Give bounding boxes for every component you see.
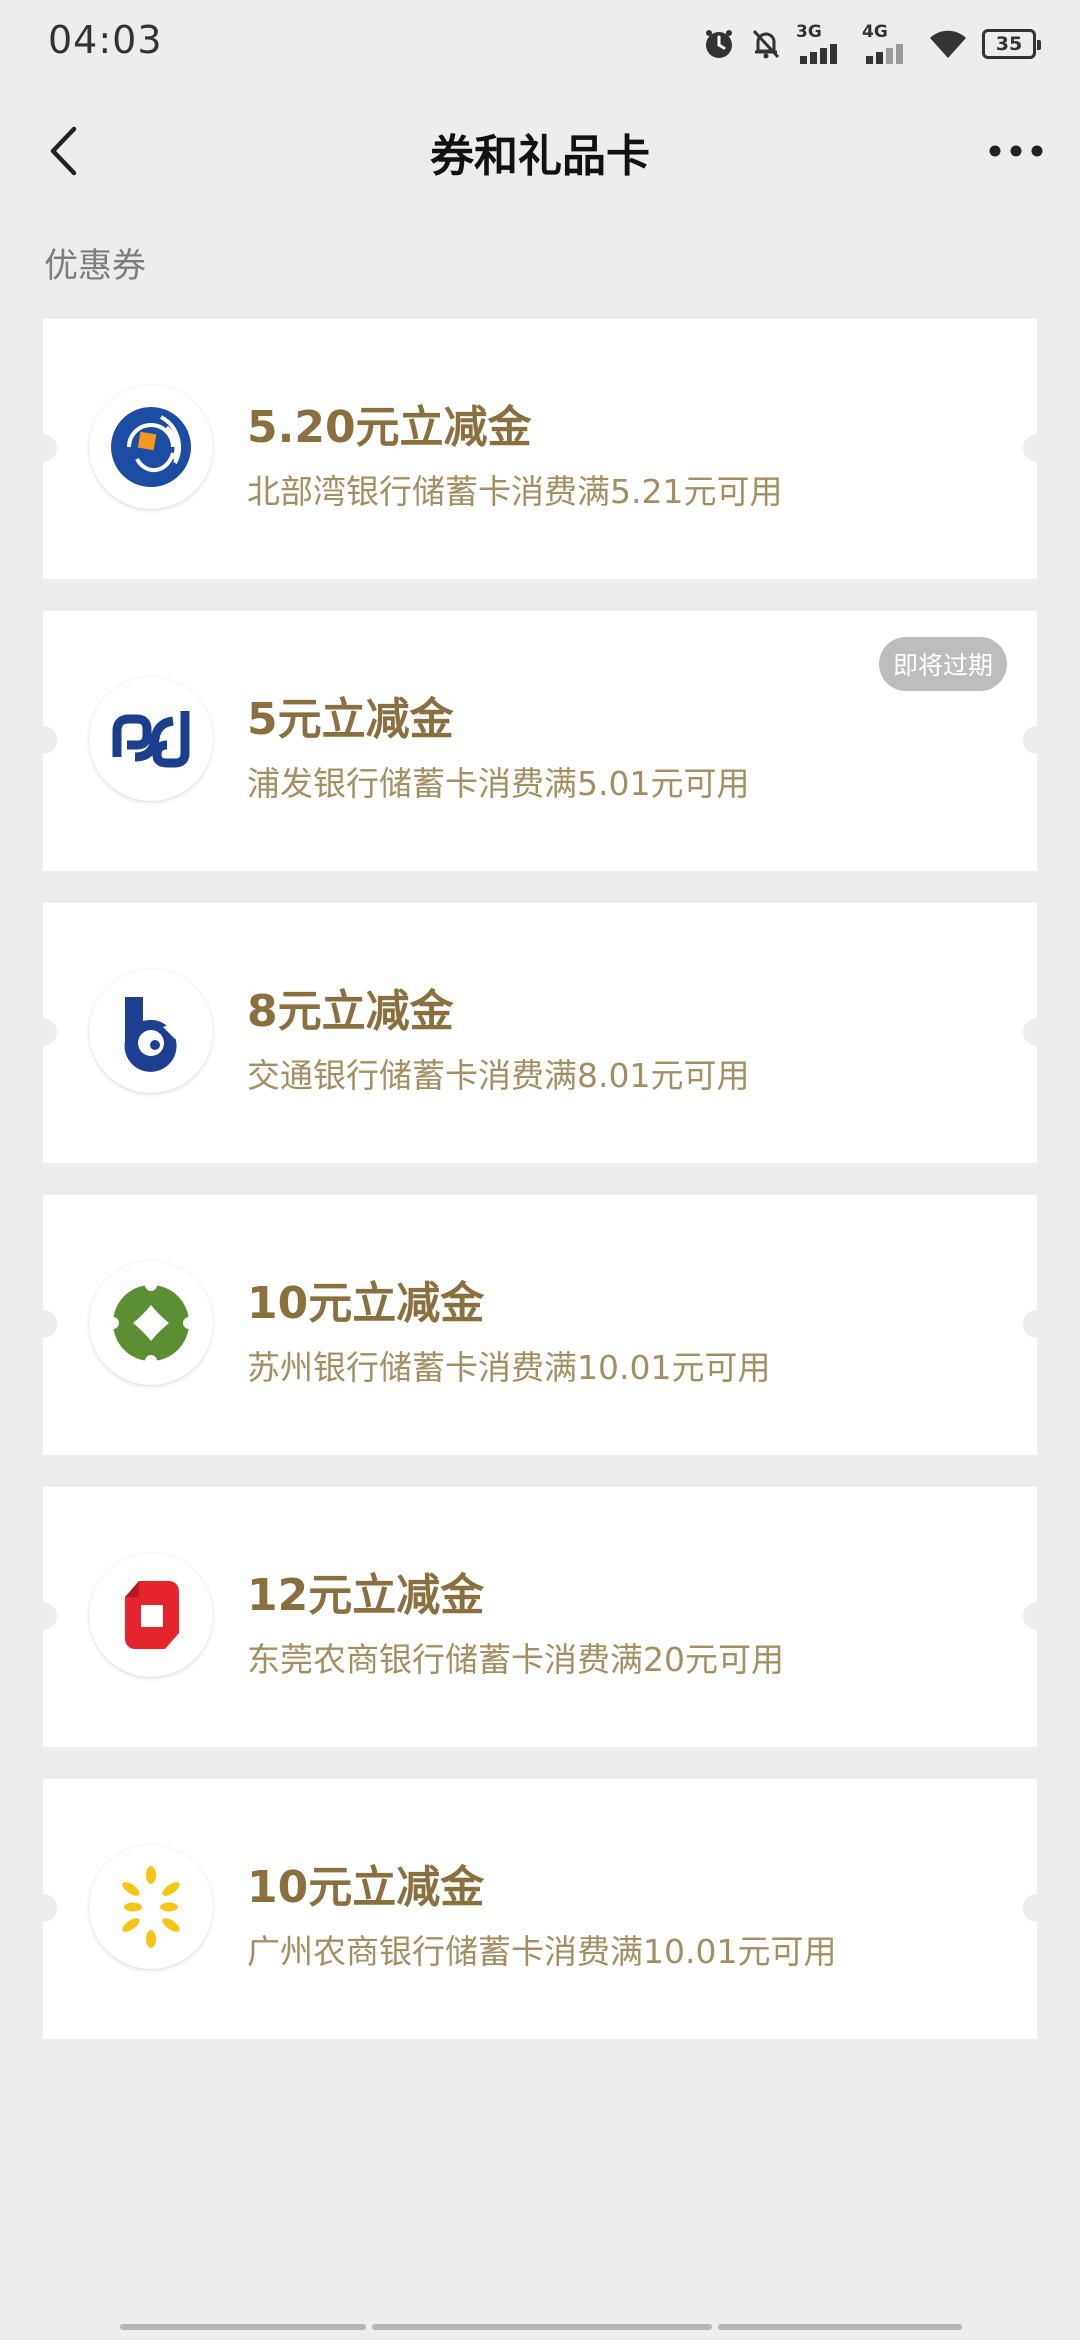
coupon-title: 12元立减金 [247,1570,485,1621]
bank-of-communications-logo [89,969,213,1093]
coupon-title: 8元立减金 [247,986,454,1037]
coupon-title: 10元立减金 [247,1862,485,1913]
signal-3g-icon: 3G [796,22,848,64]
alarm-icon [706,30,732,58]
nav-bar: 券和礼品卡 [0,96,1080,206]
section-label: 优惠券 [44,246,146,286]
coupon-title: 5.20元立减金 [247,402,532,453]
coupon-title: 10元立减金 [247,1278,485,1329]
page-title: 券和礼品卡 [430,131,650,182]
coupon-description: 北部湾银行储蓄卡消费满5.21元可用 [247,472,783,511]
coupon-title: 5元立减金 [247,694,454,745]
more-dots-icon [989,145,1043,157]
coupon-description: 广州农商银行储蓄卡消费满10.01元可用 [247,1932,837,1971]
status-bar: 04:03 3G 4G 35 [0,0,1080,84]
coupon-card[interactable]: 10元立减金 苏州银行储蓄卡消费满10.01元可用 [29,1195,1051,1455]
coupon-card[interactable]: 10元立减金 广州农商银行储蓄卡消费满10.01元可用 [29,1779,1051,2039]
gesture-bar-segment [372,2324,712,2330]
battery-icon: 35 [982,29,1041,59]
coupon-card[interactable]: 5.20元立减金 北部湾银行储蓄卡消费满5.21元可用 [29,319,1051,579]
more-button[interactable] [976,116,1056,186]
gesture-bar-segment [120,2324,366,2330]
status-icons: 3G 4G 35 [702,22,1041,66]
coupon-list: 5.20元立减金 北部湾银行储蓄卡消费满5.21元可用 即将过期 5元立减金 浦… [29,319,1051,2071]
wifi-icon [930,30,966,58]
coupons-page: 04:03 3G 4G 35 券和礼品卡 优惠券 5.20元立减金 北部湾银行储… [0,0,1080,2340]
home-indicator [0,2324,1080,2332]
signal-4g-icon: 4G [862,22,914,64]
spd-bank-logo [89,677,213,801]
dongguan-rural-bank-logo [89,1553,213,1677]
guangzhou-rural-bank-logo [89,1845,213,1969]
bank-of-suzhou-logo [89,1261,213,1385]
coupon-description: 交通银行储蓄卡消费满8.01元可用 [247,1056,750,1095]
coupon-description: 浦发银行储蓄卡消费满5.01元可用 [247,764,750,803]
expiring-badge: 即将过期 [878,637,1007,691]
coupon-card[interactable]: 8元立减金 交通银行储蓄卡消费满8.01元可用 [29,903,1051,1163]
coupon-card[interactable]: 12元立减金 东莞农商银行储蓄卡消费满20元可用 [29,1487,1051,1747]
gesture-bar-segment [718,2324,962,2330]
mute-bell-icon [752,29,780,59]
coupon-description: 东莞农商银行储蓄卡消费满20元可用 [247,1640,784,1679]
status-time: 04:03 [48,18,163,62]
beibu-gulf-bank-logo [89,385,213,509]
coupon-card[interactable]: 即将过期 5元立减金 浦发银行储蓄卡消费满5.01元可用 [29,611,1051,871]
coupon-description: 苏州银行储蓄卡消费满10.01元可用 [247,1348,771,1387]
